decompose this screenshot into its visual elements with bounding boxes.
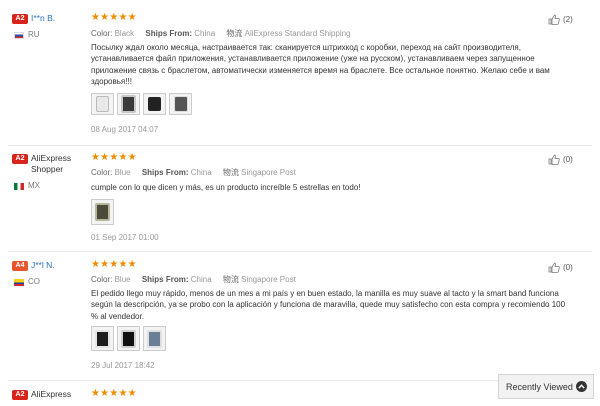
helpful-count: (0) [563, 155, 573, 164]
review-date: 29 Jul 2017 18:42 [91, 361, 155, 370]
buyer-level-badge: A4 [12, 261, 28, 271]
logistics-label: 物流 [222, 275, 239, 284]
recently-viewed-label: Recently Viewed [506, 381, 573, 392]
reviewer-name[interactable]: J**l N. [31, 260, 55, 271]
flag-icon [14, 31, 24, 39]
helpful-button[interactable]: (0) [548, 262, 573, 273]
ships-from-label: Ships From: [141, 275, 189, 284]
reviewer-name[interactable]: I**n B. [31, 13, 55, 24]
color-value: Black [114, 29, 135, 38]
helpful-count: (0) [563, 263, 573, 272]
flag-icon [14, 278, 24, 286]
review-date: 01 Sep 2017 01:00 [91, 233, 159, 242]
buyer-level-badge: A2 [12, 14, 28, 24]
helpful-button[interactable]: (0) [548, 154, 573, 165]
thumbs-up-icon [548, 154, 560, 165]
order-info: Color: Blue Ships From: China 物流 Singapo… [91, 274, 296, 285]
shipping-method: Singapore Post [241, 275, 296, 284]
country-code: CO [28, 277, 40, 286]
review-photos [91, 199, 114, 225]
shipping-method: Singapore Post [241, 168, 296, 177]
color-label: Color: [91, 168, 113, 177]
review-photo[interactable] [143, 93, 166, 115]
reviewer-country: CO [14, 277, 40, 287]
review-photos [91, 326, 166, 351]
review-photos [91, 93, 192, 115]
review-photo[interactable] [91, 326, 114, 351]
star-rating: ★★★★★ [91, 152, 137, 163]
review-photo[interactable] [91, 93, 114, 115]
review-photo[interactable] [143, 326, 166, 351]
review-date: 08 Aug 2017 04:07 [91, 125, 159, 134]
divider [8, 251, 592, 252]
ships-from-value: China [190, 168, 212, 177]
buyer-level-badge: A2 [12, 390, 28, 400]
country-code: RU [28, 30, 40, 39]
ships-from-label: Ships From: [141, 168, 189, 177]
review-text: cumple con lo que dicen y más, es un pro… [91, 183, 361, 192]
buyer-level-badge: A2 [12, 154, 28, 164]
ships-from-label: Ships From: [145, 29, 193, 38]
ships-from-value: China [194, 29, 216, 38]
recently-viewed-button[interactable]: Recently Viewed [498, 374, 594, 399]
reviewer-name[interactable]: AliExpress Shopper [31, 153, 83, 175]
reviewer-country: MX [14, 181, 40, 191]
chevron-up-icon [576, 381, 587, 392]
order-info: Color: Blue Ships From: China 物流 Singapo… [91, 167, 296, 178]
color-label: Color: [91, 275, 113, 284]
review-photo[interactable] [169, 93, 192, 115]
review-photo[interactable] [91, 199, 114, 225]
review-text: Посылку ждал около месяца, настраивается… [91, 43, 550, 86]
review-text: El pedido llego muy rápido, menos de un … [91, 289, 566, 321]
review-photo[interactable] [117, 93, 140, 115]
flag-icon [14, 182, 24, 190]
star-rating: ★★★★★ [91, 12, 137, 23]
color-label: Color: [91, 29, 113, 38]
logistics-label: 物流 [222, 168, 239, 177]
ships-from-value: China [190, 275, 212, 284]
country-code: MX [28, 181, 40, 190]
star-rating: ★★★★★ [91, 388, 137, 399]
star-rating: ★★★★★ [91, 259, 137, 270]
review-photo[interactable] [117, 326, 140, 351]
color-value: Blue [114, 275, 131, 284]
thumbs-up-icon [548, 14, 560, 25]
logistics-label: 物流 [226, 29, 243, 38]
helpful-count: (2) [563, 15, 573, 24]
reviewer-name[interactable]: AliExpress [31, 389, 71, 400]
thumbs-up-icon [548, 262, 560, 273]
color-value: Blue [114, 168, 131, 177]
shipping-method: AliExpress Standard Shipping [244, 29, 351, 38]
order-info: Color: Black Ships From: China 物流 AliExp… [91, 28, 351, 39]
helpful-button[interactable]: (2) [548, 14, 573, 25]
divider [8, 145, 592, 146]
reviewer-country: RU [14, 30, 40, 40]
